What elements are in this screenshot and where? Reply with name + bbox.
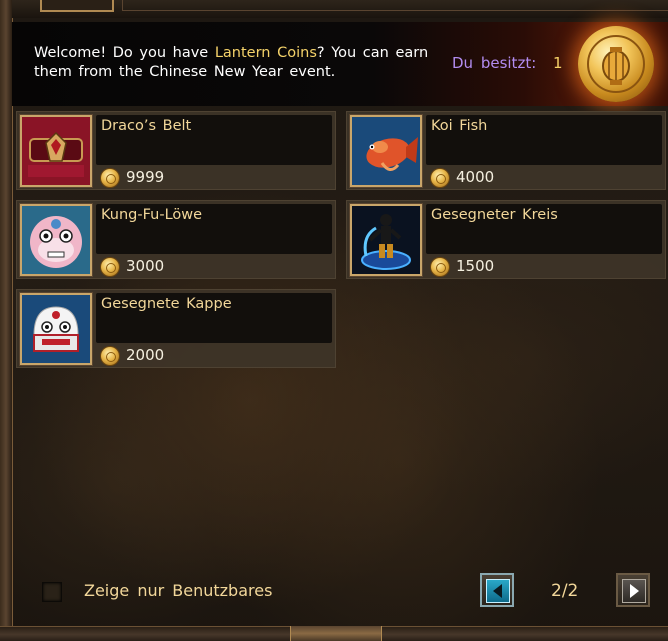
belt-icon bbox=[19, 114, 93, 188]
arrow-right-icon bbox=[630, 584, 639, 598]
coin-icon bbox=[101, 258, 119, 276]
top-tab-area bbox=[122, 0, 668, 11]
lantern-coin-icon bbox=[578, 26, 654, 102]
balance-value: 1 bbox=[553, 54, 563, 72]
item-name-box: Koi Fish bbox=[426, 115, 662, 165]
item-name: Gesegnete Kappe bbox=[101, 296, 232, 312]
blessed-circle-icon bbox=[349, 203, 423, 277]
shop-item-card[interactable]: Koi Fish 4000 bbox=[346, 111, 666, 190]
shop-item-card[interactable]: Draco’s Belt 9999 bbox=[16, 111, 336, 190]
arrow-left-icon bbox=[493, 584, 502, 598]
coin-icon bbox=[101, 169, 119, 187]
frame-ornament bbox=[290, 626, 382, 641]
item-price: 4000 bbox=[456, 168, 495, 186]
item-price: 9999 bbox=[126, 168, 165, 186]
page-indicator: 2/2 bbox=[551, 581, 579, 601]
item-name-box: Draco’s Belt bbox=[96, 115, 332, 165]
item-price: 2000 bbox=[126, 346, 165, 364]
item-name-box: Gesegnete Kappe bbox=[96, 293, 332, 343]
lion-mask-icon bbox=[19, 203, 93, 277]
next-page-button-face bbox=[622, 579, 646, 603]
top-tab[interactable] bbox=[40, 0, 114, 12]
coin-icon bbox=[431, 258, 449, 276]
prev-page-button-face bbox=[486, 579, 510, 603]
lantern-coins-highlight: Lantern Coins bbox=[214, 45, 317, 61]
shop-item-card[interactable]: Gesegnete Kappe 2000 bbox=[16, 289, 336, 368]
item-price: 3000 bbox=[126, 257, 165, 275]
coin-icon bbox=[101, 347, 119, 365]
welcome-text: Welcome! Do you have Lantern Coins? You … bbox=[34, 44, 434, 82]
prev-page-button[interactable] bbox=[480, 573, 514, 607]
balance-label: Du besitzt: bbox=[452, 54, 537, 72]
item-name: Kung-Fu-Löwe bbox=[101, 207, 203, 223]
item-price: 1500 bbox=[456, 257, 495, 275]
welcome-prefix: Welcome! Do you have bbox=[34, 45, 215, 61]
usable-only-label: Zeige nur Benutzbares bbox=[84, 581, 273, 600]
item-name: Gesegneter Kreis bbox=[431, 207, 558, 223]
usable-only-checkbox[interactable] bbox=[42, 582, 62, 602]
koi-fish-icon bbox=[349, 114, 423, 188]
event-banner: Welcome! Do you have Lantern Coins? You … bbox=[12, 22, 668, 106]
item-name: Draco’s Belt bbox=[101, 118, 192, 134]
lion-cap-icon bbox=[19, 292, 93, 366]
item-name: Koi Fish bbox=[431, 118, 488, 134]
item-name-box: Kung-Fu-Löwe bbox=[96, 204, 332, 254]
coin-icon bbox=[431, 169, 449, 187]
shop-window: Welcome! Do you have Lantern Coins? You … bbox=[0, 0, 668, 641]
item-name-box: Gesegneter Kreis bbox=[426, 204, 662, 254]
shop-item-card[interactable]: Gesegneter Kreis 1500 bbox=[346, 200, 666, 279]
shop-item-card[interactable]: Kung-Fu-Löwe 3000 bbox=[16, 200, 336, 279]
next-page-button[interactable] bbox=[616, 573, 650, 607]
